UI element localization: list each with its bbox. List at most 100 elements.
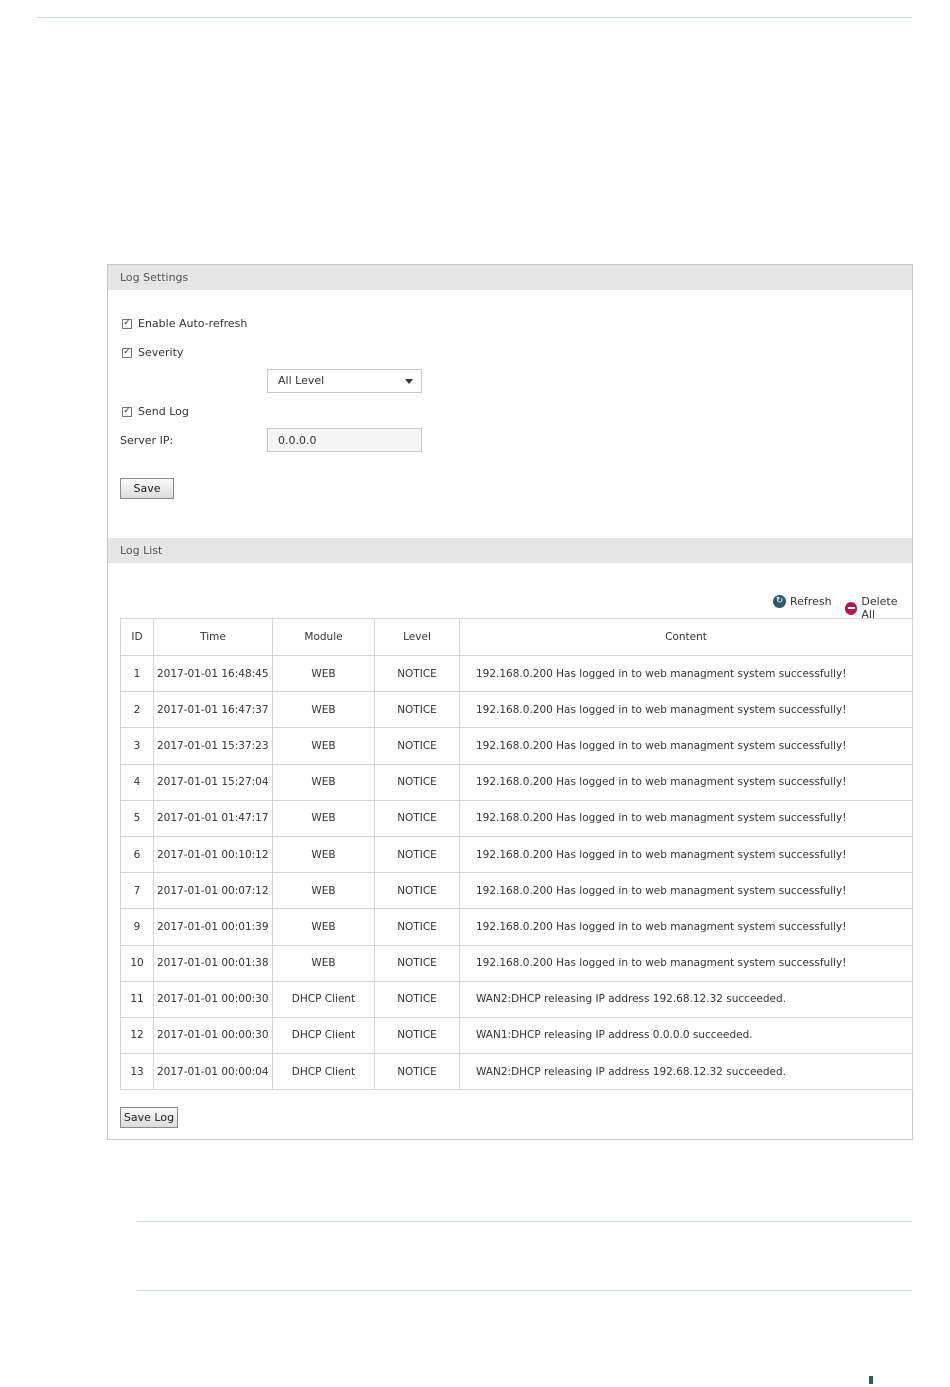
save-log-button[interactable]: Save Log (120, 1107, 178, 1128)
cell-module: WEB (272, 691, 375, 729)
cell-id: 11 (120, 980, 154, 1018)
cell-time: 2017-01-01 00:10:12 (153, 835, 273, 874)
cell-module: WEB (272, 908, 375, 946)
table-row[interactable]: 4 2017-01-01 15:27:04 WEB NOTICE 192.168… (120, 763, 913, 801)
severity-select-value: All Level (278, 374, 325, 387)
column-header-time[interactable]: Time (153, 618, 273, 656)
cell-id: 7 (120, 872, 154, 910)
cell-id: 3 (120, 727, 154, 765)
cell-content: 192.168.0.200 Has logged in to web manag… (459, 944, 913, 982)
cell-time: 2017-01-01 00:01:39 (153, 908, 273, 946)
minus-circle-icon (845, 601, 858, 615)
send-log-checkbox[interactable]: ✓ (122, 406, 132, 417)
cell-level: NOTICE (374, 944, 460, 982)
table-row[interactable]: 13 2017-01-01 00:00:04 DHCP Client NOTIC… (120, 1053, 913, 1091)
log-settings-header: Log Settings (108, 265, 912, 290)
table-row[interactable]: 2 2017-01-01 16:47:37 WEB NOTICE 192.168… (120, 691, 913, 729)
log-table-header-row: ID Time Module Level Content (120, 618, 913, 656)
table-row[interactable]: 11 2017-01-01 00:00:30 DHCP Client NOTIC… (120, 980, 913, 1018)
cell-id: 2 (120, 691, 154, 729)
refresh-button[interactable]: ↻ Refresh (773, 595, 832, 608)
cell-level: NOTICE (374, 908, 460, 946)
cell-module: WEB (272, 727, 375, 765)
cell-time: 2017-01-01 00:00:30 (153, 980, 273, 1018)
cell-module: WEB (272, 944, 375, 982)
cell-module: DHCP Client (272, 1016, 375, 1055)
cell-content: 192.168.0.200 Has logged in to web manag… (459, 872, 913, 910)
cell-time: 2017-01-01 00:07:12 (153, 872, 273, 910)
cell-time: 2017-01-01 15:27:04 (153, 763, 273, 801)
cell-module: DHCP Client (272, 980, 375, 1018)
server-ip-input[interactable] (267, 428, 422, 452)
send-log-label: Send Log (138, 405, 189, 418)
cell-content: WAN2:DHCP releasing IP address 192.68.12… (459, 980, 913, 1018)
auto-refresh-checkbox[interactable]: ✓ (122, 318, 132, 329)
cell-module: WEB (272, 763, 375, 801)
cell-time: 2017-01-01 15:37:23 (153, 727, 273, 765)
cell-id: 10 (120, 944, 154, 982)
cell-level: NOTICE (374, 654, 460, 693)
cell-level: NOTICE (374, 1053, 460, 1091)
cell-time: 2017-01-01 01:47:17 (153, 799, 273, 837)
cell-level: NOTICE (374, 1016, 460, 1055)
cell-content: 192.168.0.200 Has logged in to web manag… (459, 908, 913, 946)
cell-module: DHCP Client (272, 1053, 375, 1091)
page: Log Settings ✓ Enable Auto-refresh ✓ Sev… (0, 0, 950, 1387)
cell-id: 1 (120, 654, 154, 693)
column-header-id[interactable]: ID (120, 618, 154, 656)
table-row[interactable]: 5 2017-01-01 01:47:17 WEB NOTICE 192.168… (120, 799, 913, 837)
cell-module: WEB (272, 799, 375, 837)
cell-level: NOTICE (374, 872, 460, 910)
cell-module: WEB (272, 872, 375, 910)
cell-module: WEB (272, 835, 375, 874)
severity-checkbox[interactable]: ✓ (122, 347, 132, 358)
cell-id: 13 (120, 1053, 154, 1091)
column-header-level[interactable]: Level (374, 618, 460, 656)
severity-select[interactable]: All Level (267, 369, 422, 393)
cell-time: 2017-01-01 16:47:37 (153, 691, 273, 729)
refresh-icon: ↻ (773, 595, 786, 608)
cell-content: WAN2:DHCP releasing IP address 192.68.12… (459, 1053, 913, 1091)
cell-time: 2017-01-01 00:01:38 (153, 944, 273, 982)
cell-content: 192.168.0.200 Has logged in to web manag… (459, 799, 913, 837)
cell-content: 192.168.0.200 Has logged in to web manag… (459, 835, 913, 874)
cell-level: NOTICE (374, 727, 460, 765)
cell-id: 5 (120, 799, 154, 837)
send-log-row: ✓ Send Log (122, 405, 189, 418)
cell-time: 2017-01-01 00:00:30 (153, 1016, 273, 1055)
save-button[interactable]: Save (120, 478, 174, 499)
table-row[interactable]: 7 2017-01-01 00:07:12 WEB NOTICE 192.168… (120, 872, 913, 910)
top-divider (37, 17, 912, 18)
cell-id: 12 (120, 1016, 154, 1055)
severity-label: Severity (138, 346, 184, 359)
page-marker (869, 1376, 873, 1384)
severity-row: ✓ Severity (122, 346, 183, 359)
cell-module: WEB (272, 654, 375, 693)
bottom-divider-1 (137, 1221, 912, 1222)
cell-content: WAN1:DHCP releasing IP address 0.0.0.0 s… (459, 1016, 913, 1055)
column-header-content[interactable]: Content (459, 618, 913, 656)
table-row[interactable]: 12 2017-01-01 00:00:30 DHCP Client NOTIC… (120, 1016, 913, 1055)
caret-down-icon (405, 379, 413, 384)
cell-content: 192.168.0.200 Has logged in to web manag… (459, 654, 913, 693)
table-row[interactable]: 6 2017-01-01 00:10:12 WEB NOTICE 192.168… (120, 835, 913, 874)
cell-level: NOTICE (374, 799, 460, 837)
table-row[interactable]: 9 2017-01-01 00:01:39 WEB NOTICE 192.168… (120, 908, 913, 946)
log-table: ID Time Module Level Content 1 2017-01-0… (120, 618, 913, 1091)
log-list-header: Log List (108, 538, 912, 563)
table-row[interactable]: 1 2017-01-01 16:48:45 WEB NOTICE 192.168… (120, 654, 913, 693)
cell-level: NOTICE (374, 835, 460, 874)
cell-time: 2017-01-01 16:48:45 (153, 654, 273, 693)
cell-id: 6 (120, 835, 154, 874)
table-row[interactable]: 10 2017-01-01 00:01:38 WEB NOTICE 192.16… (120, 944, 913, 982)
refresh-label: Refresh (790, 595, 832, 608)
cell-id: 4 (120, 763, 154, 801)
cell-time: 2017-01-01 00:00:04 (153, 1053, 273, 1091)
bottom-divider-2 (137, 1290, 912, 1291)
cell-content: 192.168.0.200 Has logged in to web manag… (459, 691, 913, 729)
cell-level: NOTICE (374, 980, 460, 1018)
auto-refresh-label: Enable Auto-refresh (138, 317, 248, 330)
column-header-module[interactable]: Module (272, 618, 375, 656)
cell-level: NOTICE (374, 763, 460, 801)
table-row[interactable]: 3 2017-01-01 15:37:23 WEB NOTICE 192.168… (120, 727, 913, 765)
